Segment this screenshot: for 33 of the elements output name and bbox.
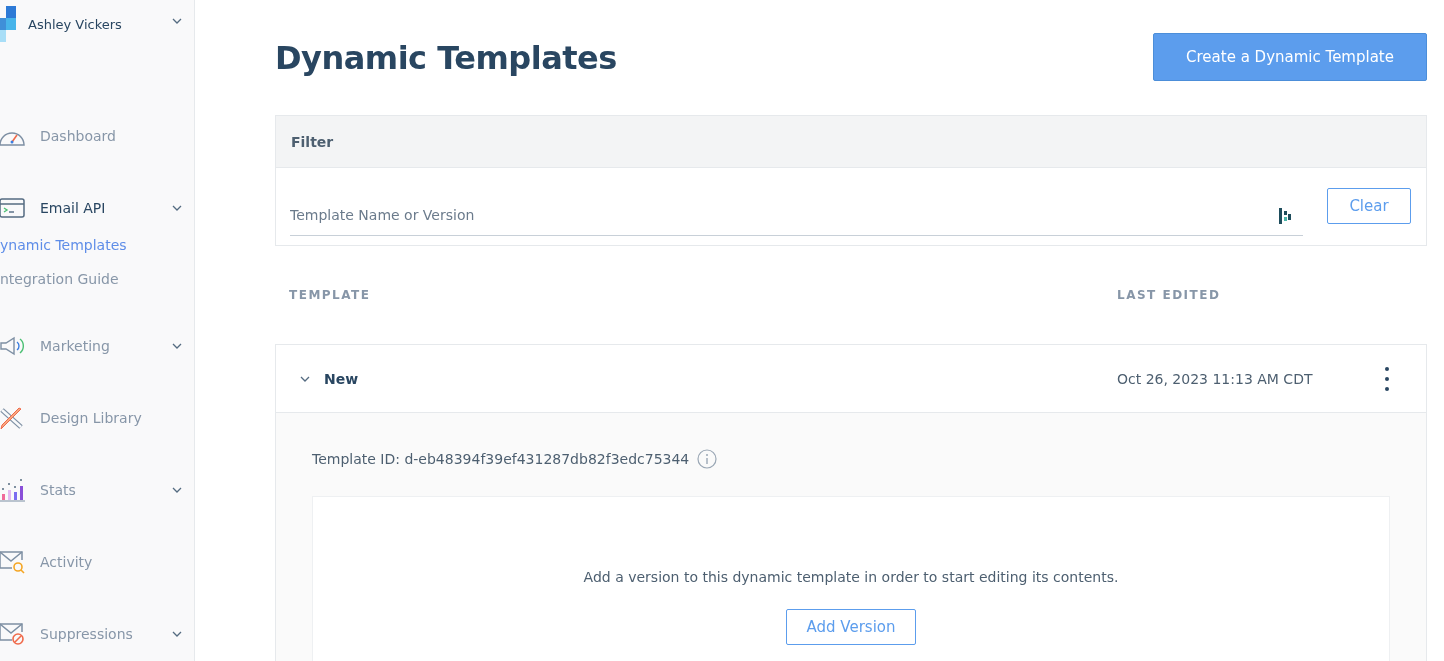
add-version-button[interactable]: Add Version bbox=[786, 609, 916, 645]
template-name[interactable]: New bbox=[324, 370, 1117, 387]
clear-button[interactable]: Clear bbox=[1327, 187, 1411, 224]
nav-item[interactable]: Stats bbox=[0, 454, 194, 526]
account-name[interactable]: Ashley Vickers bbox=[28, 16, 122, 32]
megaphone-icon bbox=[0, 336, 26, 356]
column-header: TEMPLATE bbox=[289, 288, 372, 302]
chevron-down-icon[interactable] bbox=[172, 487, 182, 493]
filter-title: Filter bbox=[291, 133, 334, 150]
envelope-blocked-icon bbox=[0, 622, 26, 646]
nav-item[interactable]: Activity bbox=[0, 526, 194, 598]
chevron-down-icon[interactable] bbox=[172, 631, 182, 637]
template-id: Template ID: d-eb48394f39ef431287db82f3edc75344 bbox=[312, 451, 690, 467]
page-title: Dynamic Templates bbox=[275, 38, 617, 77]
nav-subitem[interactable]: ntegration Guide bbox=[0, 262, 194, 296]
empty-message: Add a version to this dynamic template in order to start editing its contents. bbox=[582, 569, 1120, 585]
create-template-button[interactable]: Create a Dynamic Template bbox=[1153, 33, 1427, 81]
bracket-icon bbox=[1279, 208, 1291, 224]
bar-chart-icon bbox=[0, 478, 26, 502]
last-edited-date: Oct 26, 2023 11:13 AM CDT bbox=[1117, 370, 1313, 387]
chevron-icon[interactable] bbox=[300, 375, 310, 382]
nav-item[interactable]: Suppressions bbox=[0, 598, 194, 661]
more-options-icon[interactable] bbox=[1385, 366, 1389, 391]
nav-item[interactable]: Marketing bbox=[0, 310, 194, 382]
envelope-search-icon bbox=[0, 550, 26, 574]
chevron-down-icon[interactable] bbox=[172, 343, 182, 349]
column-header: LAST EDITED bbox=[1117, 288, 1221, 302]
chevron-down-icon[interactable] bbox=[172, 18, 182, 24]
nav-subitem[interactable]: ynamic Templates bbox=[0, 228, 194, 262]
chevron-down-icon[interactable] bbox=[172, 205, 182, 211]
nav-item[interactable]: Design Library bbox=[0, 382, 194, 454]
nav-item[interactable]: Dashboard bbox=[0, 100, 194, 172]
terminal-window-icon bbox=[0, 198, 26, 218]
